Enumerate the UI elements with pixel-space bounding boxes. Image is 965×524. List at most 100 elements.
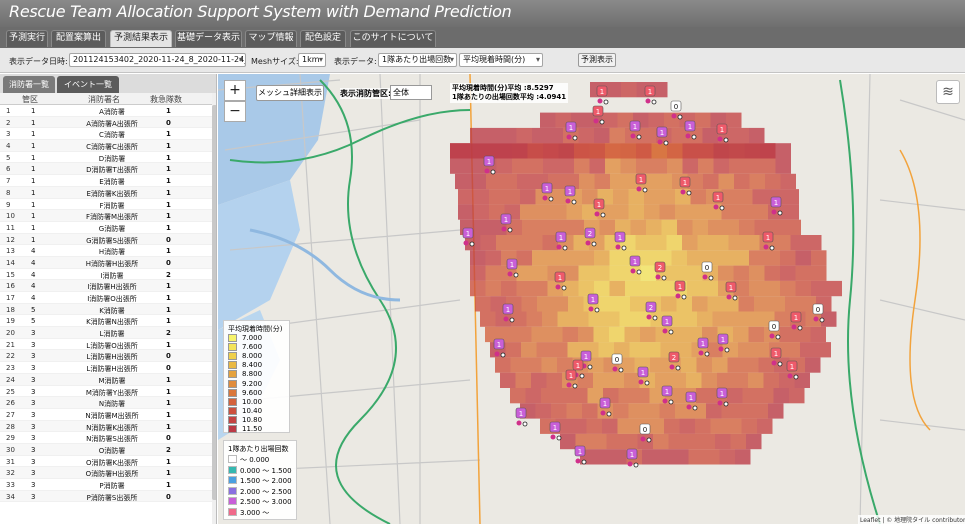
- table-row[interactable]: 17 4 I消防署O出張所 1: [0, 292, 212, 304]
- mesh-cell[interactable]: [547, 250, 564, 266]
- mesh-cell[interactable]: [729, 143, 745, 159]
- mesh-cell[interactable]: [582, 403, 598, 419]
- mesh-cell[interactable]: [512, 143, 528, 159]
- map-attribution[interactable]: Leaflet | © 地理院タイル contributors: [858, 515, 965, 524]
- mesh-cell[interactable]: [752, 403, 769, 419]
- mesh-cell[interactable]: [547, 326, 563, 343]
- mesh-cell[interactable]: [733, 250, 750, 266]
- header-district[interactable]: 管区: [22, 94, 38, 105]
- mesh-cell[interactable]: [450, 143, 466, 159]
- table-row[interactable]: 11 1 G消防署 1: [0, 222, 212, 234]
- mesh-cell[interactable]: [811, 280, 827, 297]
- mesh-cell[interactable]: [517, 173, 533, 190]
- mesh-cell[interactable]: [510, 357, 527, 373]
- mesh-cell[interactable]: [640, 326, 656, 343]
- mesh-cell[interactable]: [636, 158, 652, 174]
- table-row[interactable]: 19 5 K消防署N出張所 1: [0, 315, 212, 328]
- mesh-cell[interactable]: [651, 235, 667, 251]
- mesh-cell[interactable]: [489, 189, 505, 205]
- mesh-cell[interactable]: [737, 403, 753, 419]
- mesh-cell[interactable]: [618, 388, 635, 404]
- mesh-cell[interactable]: [735, 449, 751, 465]
- mesh-cell[interactable]: [605, 82, 622, 98]
- display-data-select[interactable]: 1隊あたり出場回数: [378, 53, 457, 67]
- mesh-cell[interactable]: [648, 112, 665, 128]
- mesh-cell[interactable]: [657, 449, 674, 465]
- mesh-cell[interactable]: [775, 235, 791, 251]
- mesh-cell[interactable]: [686, 372, 702, 388]
- table-row[interactable]: 32 3 O消防署H出張所 1: [0, 467, 212, 479]
- mesh-cell[interactable]: [726, 418, 742, 434]
- mesh-cell[interactable]: [775, 158, 792, 174]
- mesh-cell[interactable]: [749, 173, 766, 190]
- mesh-cell[interactable]: [485, 280, 502, 297]
- table-row[interactable]: 5 1 D消防署 1: [0, 152, 212, 164]
- mesh-cell[interactable]: [690, 403, 707, 419]
- mesh-cell[interactable]: [531, 326, 548, 343]
- mesh-cell[interactable]: [749, 265, 765, 281]
- mesh-cell[interactable]: [684, 433, 700, 450]
- table-row[interactable]: 10 1 F消防署M出張所 1: [0, 210, 212, 222]
- mesh-cell[interactable]: [712, 357, 728, 373]
- mesh-cell[interactable]: [496, 158, 513, 174]
- mesh-cell[interactable]: [713, 158, 730, 174]
- mesh-cell[interactable]: [622, 433, 638, 450]
- mesh-cell[interactable]: [681, 357, 697, 373]
- mesh-cell[interactable]: [486, 173, 502, 190]
- mesh-cell[interactable]: [609, 280, 626, 297]
- predict-display-button[interactable]: 予測表示: [578, 53, 616, 67]
- table-row[interactable]: 29 3 N消防署S出張所 0: [0, 432, 212, 444]
- mesh-cell[interactable]: [630, 296, 646, 312]
- mesh-cell[interactable]: [656, 173, 673, 190]
- mesh-cell[interactable]: [568, 296, 584, 312]
- mesh-cell[interactable]: [783, 189, 800, 205]
- mesh-cell[interactable]: [682, 235, 698, 251]
- table-row[interactable]: 26 3 N消防署 1: [0, 397, 212, 409]
- mesh-cell[interactable]: [698, 158, 714, 174]
- table-row[interactable]: 16 4 I消防署H出張所 1: [0, 280, 212, 292]
- mesh-cell[interactable]: [826, 280, 843, 297]
- header-station-name[interactable]: 消防署名: [88, 94, 120, 105]
- mesh-cell[interactable]: [558, 143, 575, 159]
- mesh-cell[interactable]: [613, 189, 629, 205]
- mesh-cell[interactable]: [739, 219, 755, 235]
- mesh-cell[interactable]: [749, 250, 765, 266]
- mesh-cell[interactable]: [773, 388, 790, 404]
- mesh-cell[interactable]: [470, 173, 487, 190]
- mesh-cell[interactable]: [546, 372, 563, 388]
- mesh-cell[interactable]: [671, 265, 688, 281]
- mesh-cell[interactable]: [470, 265, 486, 281]
- mesh-cell[interactable]: [715, 433, 731, 450]
- mesh-cell[interactable]: [604, 311, 620, 327]
- table-row[interactable]: 6 1 D消防署T出張所 1: [0, 163, 212, 176]
- mesh-cell[interactable]: [574, 158, 590, 174]
- tab-allocation[interactable]: 配置案算出: [51, 30, 106, 47]
- mesh-cell[interactable]: [752, 189, 769, 205]
- mesh-cell[interactable]: [687, 280, 703, 297]
- mesh-cell[interactable]: [764, 280, 781, 297]
- mesh-cell[interactable]: [742, 388, 759, 404]
- mesh-cell[interactable]: [495, 357, 511, 373]
- mesh-cell[interactable]: [536, 342, 553, 358]
- table-row[interactable]: 20 3 L消防署 2: [0, 327, 212, 339]
- mesh-cell[interactable]: [690, 204, 707, 220]
- mesh-cell[interactable]: [586, 418, 603, 434]
- mesh-cell[interactable]: [744, 158, 761, 174]
- mesh-cell[interactable]: [667, 143, 683, 159]
- mesh-cell[interactable]: [764, 265, 781, 281]
- mesh-cell[interactable]: [609, 127, 626, 144]
- mesh-cell[interactable]: [810, 326, 827, 343]
- mesh-cell[interactable]: [696, 388, 712, 404]
- mesh-cell[interactable]: [713, 235, 729, 251]
- mesh-cell[interactable]: [458, 189, 474, 205]
- mesh-cell[interactable]: [664, 418, 680, 434]
- mesh-cell[interactable]: [470, 127, 486, 144]
- mesh-cell[interactable]: [811, 265, 827, 281]
- mesh-cell[interactable]: [605, 143, 621, 159]
- mesh-cell[interactable]: [608, 372, 625, 388]
- mesh-cell[interactable]: [768, 403, 784, 419]
- table-row[interactable]: 24 3 M消防署 1: [0, 373, 212, 386]
- mesh-cell[interactable]: [535, 403, 552, 419]
- tab-about[interactable]: このサイトについて: [350, 30, 436, 47]
- mesh-cell[interactable]: [789, 388, 805, 404]
